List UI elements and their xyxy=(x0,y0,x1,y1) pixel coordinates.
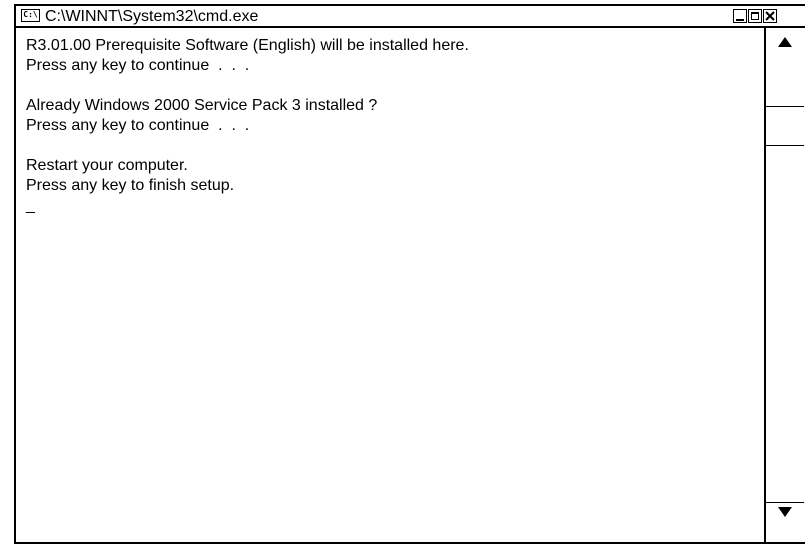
scroll-up-button[interactable] xyxy=(766,32,804,52)
console-line: Already Windows 2000 Service Pack 3 inst… xyxy=(26,97,378,114)
vertical-scrollbar[interactable] xyxy=(764,28,804,542)
cmd-window: C:\ C:\WINNT\System32\cmd.exe R3.01.00 P… xyxy=(14,4,805,544)
cmd-app-icon[interactable]: C:\ xyxy=(21,9,40,22)
console-line: Press any key to continue . . . xyxy=(26,57,250,74)
console-line: Press any key to finish setup. xyxy=(26,177,235,194)
maximize-button[interactable] xyxy=(748,9,762,23)
console-line: Restart your computer. xyxy=(26,157,188,174)
close-button[interactable] xyxy=(763,9,777,23)
console-line: Press any key to continue . . . xyxy=(26,117,250,134)
scroll-down-button[interactable] xyxy=(766,502,804,527)
minimize-button[interactable] xyxy=(733,9,747,23)
up-arrow-icon xyxy=(778,37,792,47)
scroll-thumb[interactable] xyxy=(766,106,804,146)
down-arrow-icon xyxy=(778,507,792,517)
title-bar[interactable]: C:\ C:\WINNT\System32\cmd.exe xyxy=(16,6,805,28)
close-icon xyxy=(765,11,775,21)
console-line: R3.01.00 Prerequisite Software (English)… xyxy=(26,37,469,54)
console-output[interactable]: R3.01.00 Prerequisite Software (English)… xyxy=(16,28,764,542)
window-title: C:\WINNT\System32\cmd.exe xyxy=(45,8,259,25)
cursor: _ xyxy=(26,197,35,214)
